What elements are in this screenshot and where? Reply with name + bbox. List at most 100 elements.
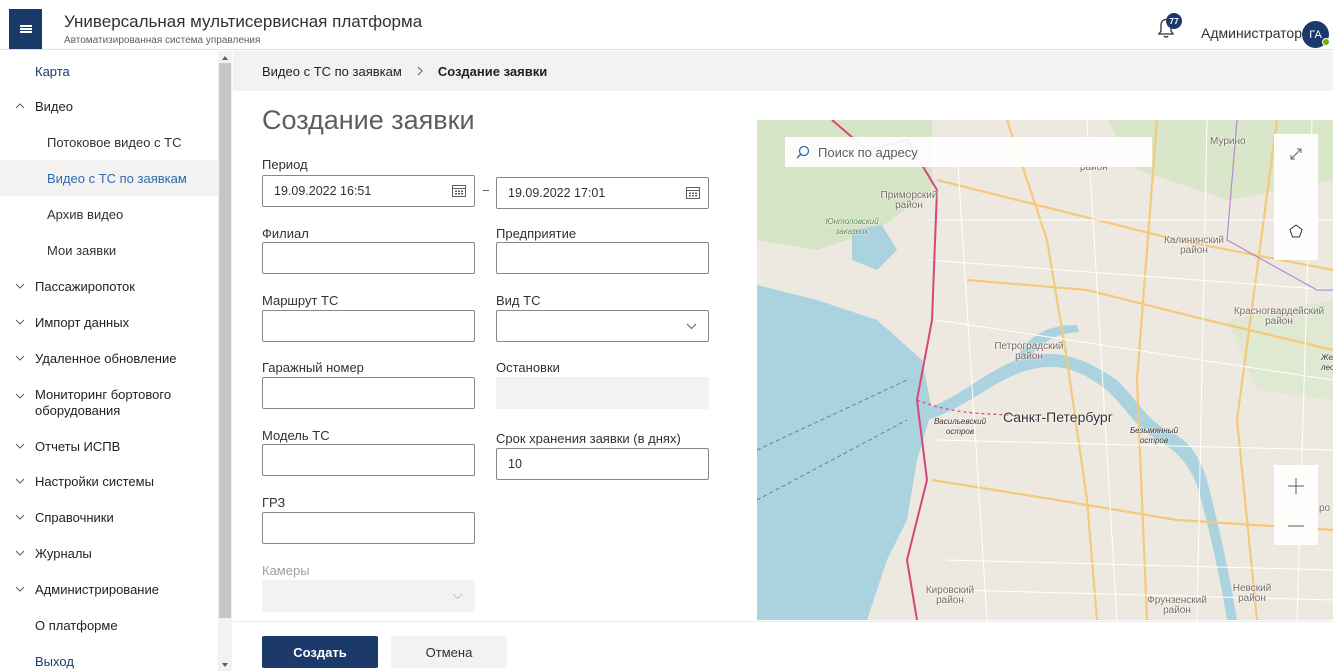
sidebar-item-administration[interactable]: Администрирование [0, 571, 218, 607]
storage-period-value: 10 [508, 457, 522, 471]
sidebar-item-label: Архив видео [47, 206, 124, 222]
breadcrumb: Видео с ТС по заявкам Создание заявки [233, 51, 1333, 91]
zoom-in-icon[interactable] [1287, 477, 1305, 495]
map-label-zhelez: Жележ [1321, 353, 1333, 362]
calendar-icon[interactable] [686, 186, 700, 199]
sidebar-item-label: О платформе [35, 617, 118, 633]
sidebar-item-streaming-video[interactable]: Потоковое видео с ТС [0, 124, 218, 160]
map[interactable]: Мурино район Приморский район Юнтоловски… [757, 120, 1333, 620]
chevron-down-icon [15, 443, 25, 449]
map-label-nevsky: Невский район [1232, 583, 1272, 604]
zoom-out-icon[interactable] [1287, 517, 1305, 535]
scroll-up-icon[interactable] [221, 54, 229, 62]
stops-label: Остановки [496, 360, 560, 375]
period-start-field[interactable]: 19.09.2022 16:51 [262, 175, 475, 207]
sidebar-item-logs[interactable]: Журналы [0, 535, 218, 571]
period-start-value: 19.09.2022 16:51 [274, 184, 372, 198]
page-title: Создание заявки [262, 105, 475, 135]
route-field[interactable] [262, 310, 475, 342]
calendar-icon[interactable] [452, 184, 466, 197]
chevron-up-icon [15, 103, 25, 109]
sidebar-item-label: Потоковое видео с ТС [47, 134, 182, 150]
map-label-bezymyanny: Безымянный остров [1129, 426, 1179, 445]
sidebar-item-system-settings[interactable]: Настройки системы [0, 463, 218, 499]
menu-toggle-button[interactable] [9, 9, 42, 49]
cancel-button[interactable]: Отмена [391, 636, 507, 668]
chevron-down-icon [15, 514, 25, 520]
sidebar-item-data-import[interactable]: Импорт данных [0, 304, 218, 340]
chevron-down-icon [15, 586, 25, 592]
vehicle-model-label: Модель ТС [262, 428, 330, 443]
sidebar-scroll-thumb[interactable] [219, 63, 231, 618]
chevron-down-icon [15, 355, 25, 361]
sidebar-item-onboard-monitoring[interactable]: Мониторинг бортового оборудования [0, 383, 200, 423]
app-subtitle: Автоматизированная система управления [64, 35, 261, 46]
sidebar-item-about[interactable]: О платформе [0, 607, 218, 643]
search-icon [796, 145, 810, 159]
scroll-down-icon[interactable] [221, 661, 229, 669]
period-end-field[interactable]: 19.09.2022 17:01 [496, 177, 709, 209]
chevron-right-icon [417, 66, 423, 76]
plate-field[interactable] [262, 512, 475, 544]
sidebar-item-remote-update[interactable]: Удаленное обновление [0, 340, 218, 376]
sidebar-item-label: Администрирование [35, 581, 159, 597]
map-tools-panel [1274, 134, 1318, 260]
app-title: Универсальная мультисервисная платформа [64, 12, 423, 31]
map-label-kalininsky: Калининский район [1164, 235, 1224, 256]
sidebar-item-label: Журналы [35, 545, 92, 561]
sidebar-item-ispv-reports[interactable]: Отчеты ИСПВ [0, 428, 218, 464]
storage-period-field[interactable]: 10 [496, 448, 709, 480]
sidebar-item-label: Справочники [35, 509, 114, 525]
breadcrumb-current: Создание заявки [437, 63, 548, 79]
sidebar-item-label: Удаленное обновление [35, 350, 177, 366]
map-search-input[interactable]: Поиск по адресу [785, 137, 1152, 167]
vehicle-model-field[interactable] [262, 444, 475, 476]
sidebar-item-my-requests[interactable]: Мои заявки [0, 232, 218, 268]
period-label: Период [262, 157, 308, 172]
garage-number-label: Гаражный номер [262, 360, 364, 375]
sidebar-item-label: Выход [35, 653, 74, 669]
sidebar-item-label: Настройки системы [35, 473, 154, 489]
map-canvas[interactable] [757, 120, 1333, 620]
fullscreen-icon[interactable] [1288, 146, 1304, 162]
enterprise-field[interactable] [496, 242, 709, 274]
map-label-yuntolovsky: Юнтоловский заказник [825, 217, 879, 236]
sidebar-item-label: Карта [35, 63, 70, 79]
plate-label: ГРЗ [262, 495, 286, 510]
top-bar: Универсальная мультисервисная платформа … [0, 0, 1333, 50]
map-label-primorsky: Приморский район [880, 190, 938, 211]
notification-badge: 77 [1166, 13, 1182, 29]
sidebar: Карта Видео Потоковое видео с ТС Видео с… [0, 51, 232, 671]
map-label-pro: ро [1319, 503, 1331, 514]
sidebar-item-video-archive[interactable]: Архив видео [0, 196, 218, 232]
garage-number-field[interactable] [262, 377, 475, 409]
sidebar-item-passenger-flow[interactable]: Пассажиропоток [0, 268, 218, 304]
branch-field[interactable] [262, 242, 475, 274]
period-end-value: 19.09.2022 17:01 [508, 186, 606, 200]
sidebar-item-video[interactable]: Видео [0, 88, 218, 124]
route-label: Маршрут ТС [262, 293, 339, 308]
sidebar-item-label: Отчеты ИСПВ [35, 438, 121, 454]
cameras-dropdown [262, 580, 475, 612]
footer-divider [233, 621, 1333, 622]
sidebar-item-map[interactable]: Карта [0, 53, 218, 89]
map-label-vasilyevsky: Васильевский остров [933, 417, 987, 436]
storage-period-label: Срок хранения заявки (в днях) [496, 431, 681, 446]
vehicle-type-dropdown[interactable] [496, 310, 709, 342]
sidebar-item-directories[interactable]: Справочники [0, 499, 218, 535]
hamburger-icon [19, 24, 32, 35]
user-name[interactable]: Администратор [1201, 25, 1302, 41]
polygon-draw-icon[interactable] [1288, 223, 1304, 239]
breadcrumb-parent-link[interactable]: Видео с ТС по заявкам [262, 64, 402, 79]
cameras-label: Камеры [262, 563, 310, 578]
sidebar-item-label: Видео с ТС по заявкам [47, 170, 187, 186]
map-label-frunzensky: Фрунзенский район [1147, 595, 1207, 616]
stops-field [496, 377, 709, 409]
sidebar-item-label: Импорт данных [35, 314, 130, 330]
create-button[interactable]: Создать [262, 636, 378, 668]
map-label-kirovsky: Кировский район [925, 585, 975, 606]
sidebar-item-label: Пассажиропоток [35, 278, 135, 294]
sidebar-item-logout[interactable]: Выход [0, 643, 218, 671]
sidebar-item-video-requests[interactable]: Видео с ТС по заявкам [0, 160, 218, 196]
branch-label: Филиал [262, 226, 309, 241]
